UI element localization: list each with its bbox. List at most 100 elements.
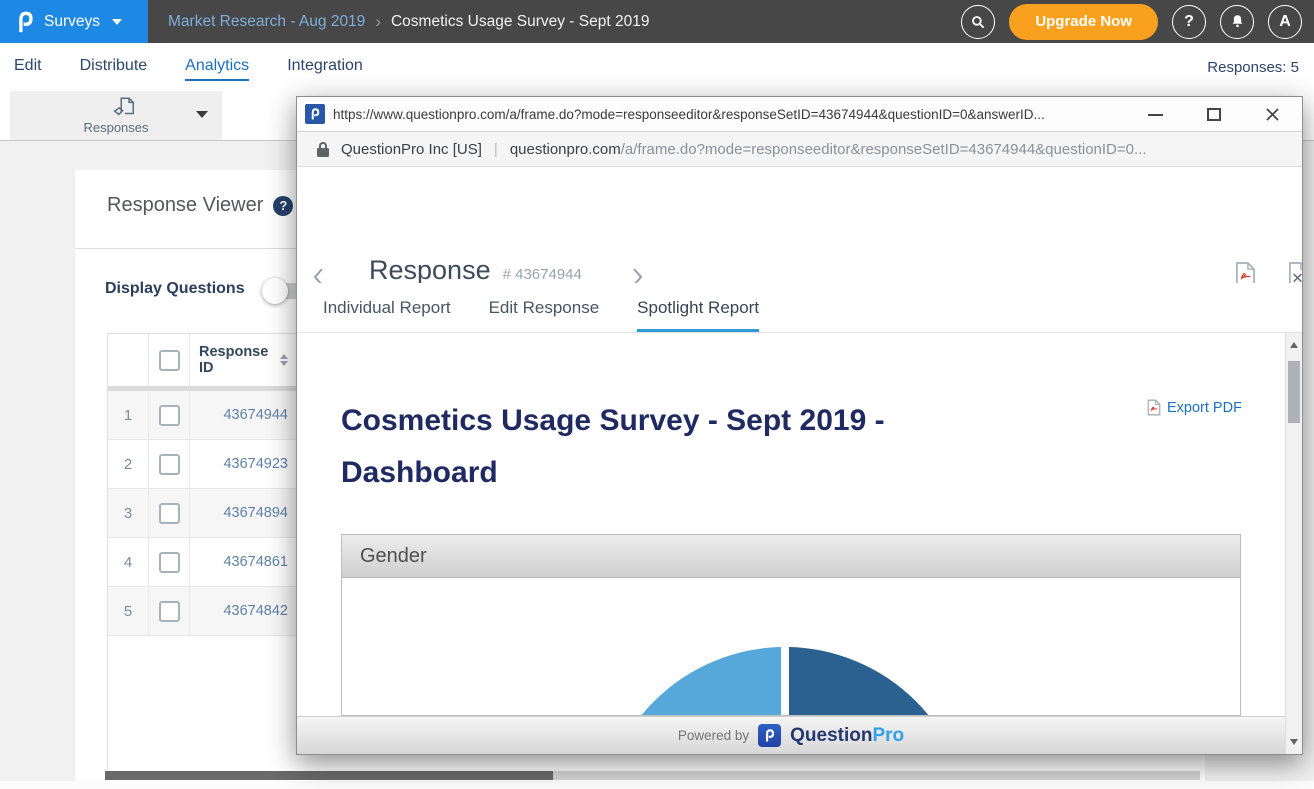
nav-items: Edit Distribute Analytics Integration [0, 53, 363, 81]
scrollbar-down-icon[interactable] [1290, 739, 1298, 745]
horizontal-scrollbar-thumb[interactable] [105, 771, 553, 780]
nav-item-edit[interactable]: Edit [14, 53, 42, 81]
brand-question: Question [790, 725, 872, 746]
tab-spotlight-report[interactable]: Spotlight Report [637, 298, 759, 332]
scrollbar-up-icon[interactable] [1290, 342, 1298, 348]
row-number: 4 [108, 538, 149, 586]
response-id-cell[interactable]: 43674861 [190, 554, 294, 570]
nav-item-distribute[interactable]: Distribute [80, 53, 148, 81]
notifications-button[interactable] [1220, 5, 1254, 39]
nav-item-analytics[interactable]: Analytics [185, 53, 249, 81]
certificate-org[interactable]: QuestionPro Inc [US] [341, 141, 482, 158]
row-checkbox-cell [149, 489, 190, 537]
gender-section-header: Gender [342, 535, 1240, 578]
response-id-cell[interactable]: 43674944 [190, 407, 294, 423]
response-id-cell[interactable]: 43674894 [190, 505, 294, 521]
surveys-menu[interactable]: Surveys [0, 0, 148, 43]
row-checkbox-cell [149, 391, 190, 439]
row-checkbox-cell [149, 587, 190, 635]
avatar-initial: A [1279, 13, 1291, 31]
maximize-button[interactable] [1207, 108, 1221, 121]
responses-icon [109, 95, 139, 119]
chevron-down-icon [112, 19, 122, 25]
response-id-cell[interactable]: 43674923 [190, 456, 294, 472]
bell-icon [1229, 13, 1246, 30]
page-bottom-strip [0, 781, 1314, 789]
export-pdf-link[interactable]: Export PDF [1147, 399, 1242, 416]
security-separator: | [494, 141, 498, 158]
avatar[interactable]: A [1268, 5, 1302, 39]
popup-url-title: https://www.questionpro.com/a/frame.do?m… [333, 107, 1045, 122]
questionpro-logo-icon [14, 10, 36, 34]
response-id-header[interactable]: Response ID [190, 344, 294, 376]
row-number: 3 [108, 489, 149, 537]
breadcrumb: Market Research - Aug 2019 › Cosmetics U… [168, 0, 649, 43]
row-checkbox-cell [149, 440, 190, 488]
page-title-row: Response Viewer ? [107, 194, 293, 217]
row-checkbox[interactable] [159, 454, 180, 475]
nav-item-integration[interactable]: Integration [287, 53, 363, 81]
export-pdf-label: Export PDF [1167, 400, 1242, 416]
tab-individual-report[interactable]: Individual Report [323, 298, 451, 332]
gender-pie-chart [600, 647, 970, 716]
questionpro-footer-logo[interactable] [758, 724, 781, 747]
surveys-label: Surveys [44, 13, 100, 31]
help-badge-icon[interactable]: ? [273, 196, 293, 216]
pie-slice-right[interactable] [789, 647, 970, 716]
tab-edit-response[interactable]: Edit Response [489, 298, 600, 332]
page-title: Response Viewer [107, 194, 263, 217]
responses-count: Responses: 5 [1207, 59, 1299, 76]
display-questions-toggle-knob[interactable] [262, 278, 288, 304]
dashboard-title-line2: Dashboard [341, 447, 885, 499]
breadcrumb-current: Cosmetics Usage Survey - Sept 2019 [391, 13, 649, 31]
close-button[interactable] [1265, 107, 1280, 122]
search-button[interactable] [961, 5, 995, 39]
dashboard-title-line1: Cosmetics Usage Survey - Sept 2019 - [341, 395, 885, 447]
brand-pro: Pro [872, 725, 904, 746]
url-path: /a/frame.do?mode=responseeditor&response… [621, 141, 1147, 158]
header-actions: Upgrade Now ? A [961, 0, 1302, 43]
help-button[interactable]: ? [1172, 5, 1206, 39]
row-checkbox[interactable] [159, 552, 180, 573]
header-num-cell [108, 334, 149, 386]
question-mark-icon: ? [1184, 13, 1194, 31]
vertical-scrollbar-thumb[interactable] [1288, 361, 1300, 423]
pdf-icon [1147, 399, 1161, 416]
minimize-button[interactable] [1148, 114, 1163, 116]
response-header: Response # 43674944 aditya.datar+5@quest… [297, 167, 1302, 283]
chevron-down-icon [196, 111, 208, 118]
display-questions-label: Display Questions [105, 280, 245, 298]
questionpro-favicon [305, 104, 325, 124]
spotlight-report-body: Export PDF Cosmetics Usage Survey - Sept… [297, 333, 1285, 716]
gender-section-title: Gender [360, 545, 427, 568]
questionpro-logo-icon [763, 728, 776, 743]
response-title: Response [369, 255, 491, 286]
lock-icon [317, 142, 329, 157]
dashboard-title: Cosmetics Usage Survey - Sept 2019 - Das… [341, 395, 885, 499]
response-id-cell[interactable]: 43674842 [190, 603, 294, 619]
security-address-bar[interactable]: QuestionPro Inc [US] | questionpro.com /… [297, 132, 1302, 167]
questionpro-wordmark: QuestionPro [790, 725, 904, 747]
header-checkbox-cell [149, 334, 190, 386]
breadcrumb-parent-link[interactable]: Market Research - Aug 2019 [168, 13, 365, 31]
questionpro-logo-icon [309, 107, 321, 121]
secondary-nav: Edit Distribute Analytics Integration Re… [0, 43, 1314, 91]
pie-slice-left[interactable] [600, 647, 781, 716]
row-checkbox[interactable] [159, 405, 180, 426]
select-all-checkbox[interactable] [159, 350, 180, 371]
powered-by-footer: Powered by QuestionPro [297, 716, 1285, 754]
popup-title-bar[interactable]: https://www.questionpro.com/a/frame.do?m… [297, 97, 1302, 132]
sort-icon[interactable] [280, 354, 288, 366]
vertical-scrollbar[interactable] [1285, 333, 1302, 754]
responses-dropdown-button[interactable]: Responses [10, 91, 222, 140]
horizontal-scrollbar[interactable] [105, 771, 1200, 780]
row-checkbox[interactable] [159, 601, 180, 622]
powered-by-label: Powered by [678, 728, 749, 743]
upgrade-now-button[interactable]: Upgrade Now [1009, 4, 1158, 40]
gender-chart-panel: Gender [341, 534, 1241, 716]
row-checkbox[interactable] [159, 503, 180, 524]
row-number: 5 [108, 587, 149, 635]
response-id-badge: # 43674944 [503, 266, 582, 283]
breadcrumb-separator-icon: › [375, 12, 381, 32]
response-title-row: Response # 43674944 [369, 255, 582, 286]
